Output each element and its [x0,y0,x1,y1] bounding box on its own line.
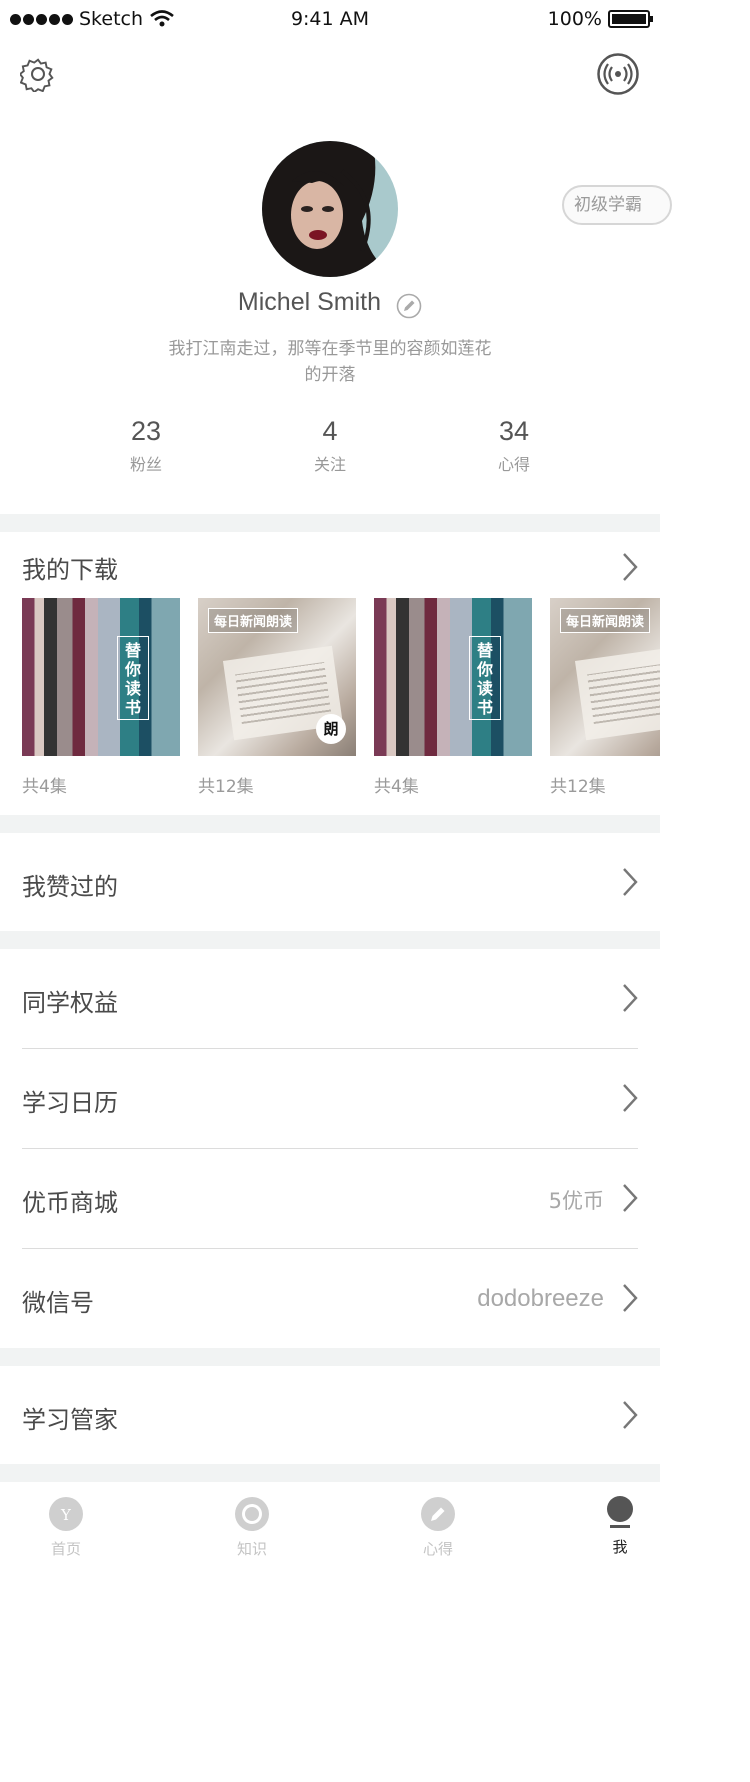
menu-item-label: 学习日历 [22,1089,118,1117]
menu-item-label: 微信号 [22,1289,94,1317]
battery-percent: 100% [547,8,602,30]
battery-icon [608,10,653,28]
chevron-right-icon [623,984,638,1012]
menu-item-label: 我赞过的 [22,873,118,901]
chevron-right-icon [623,1284,638,1312]
status-bar: Sketch 9:41 AM 100% [0,0,660,40]
menu-item-value: 5优币 [548,1189,604,1213]
thumb-overlay-text: 替你读书 [117,636,149,720]
bio-line-2: 的开落 [304,365,356,385]
download-thumbnail: 每日新闻朗读 [550,598,660,756]
section-divider [0,514,660,532]
tab-label: 首页 [50,1540,81,1558]
tab-home[interactable]: Y 首页 [6,1482,126,1559]
download-thumbnail: 替你读书 [374,598,532,756]
pencil-icon [421,1497,455,1531]
tab-knowledge[interactable]: 知识 [192,1482,312,1559]
level-badge[interactable]: 初级学霸 [562,185,672,225]
download-item[interactable]: 替你读书 共4集 [374,598,532,797]
broadcast-icon[interactable] [596,52,640,96]
thumb-badge: 朗 [316,714,346,744]
thumb-tag: 每日新闻朗读 [208,608,299,633]
chevron-right-icon [623,1184,638,1212]
chevron-right-icon [623,1401,638,1429]
downloads-list: 替你读书 共4集 每日新闻朗读 朗 共12集 替你读书 共4集 每日新闻朗读 共… [22,598,660,798]
chevron-right-icon[interactable] [620,552,640,582]
stat-following[interactable]: 4 关注 [270,416,390,475]
stat-label: 关注 [313,455,346,474]
stat-label: 粉丝 [129,455,162,474]
download-item[interactable]: 每日新闻朗读 朗 共12集 [198,598,356,797]
profile-bio: 我打江南走过，那等在季节里的容颜如莲花 的开落 [130,336,530,388]
section-divider [0,931,660,949]
stat-fans[interactable]: 23 粉丝 [86,416,206,475]
tab-label: 我 [612,1538,628,1556]
download-count: 共12集 [198,777,254,797]
menu-item-label: 同学权益 [22,989,118,1017]
menu-item-label: 优币商城 [22,1189,118,1217]
menu-item-wechat[interactable]: 微信号 dodobreeze [0,1249,660,1349]
svg-text:Y: Y [60,1506,72,1524]
knowledge-icon [235,1497,269,1531]
chevron-right-icon [623,868,638,896]
menu-item-shop[interactable]: 优币商城 5优币 [0,1149,660,1249]
edit-icon[interactable] [396,293,422,319]
avatar[interactable] [262,141,398,277]
download-count: 共12集 [550,777,606,797]
tab-me[interactable]: 我 [560,1482,680,1557]
profile-icon [607,1496,633,1528]
name-row: Michel Smith [0,288,660,319]
tab-label: 知识 [236,1540,267,1558]
thumb-tag: 每日新闻朗读 [560,608,651,633]
menu-item-value: dodobreeze [477,1285,604,1312]
gear-icon[interactable] [20,56,56,92]
menu-item-rights[interactable]: 同学权益 [0,949,660,1049]
stat-value: 4 [322,416,338,446]
menu-item-butler[interactable]: 学习管家 [0,1366,660,1466]
download-count: 共4集 [374,777,419,797]
download-item[interactable]: 替你读书 共4集 [22,598,180,797]
menu-item-liked[interactable]: 我赞过的 [0,833,660,933]
stat-value: 23 [130,416,162,446]
home-icon: Y [49,1497,83,1531]
chevron-right-icon [623,1084,638,1112]
thumb-overlay-text: 替你读书 [469,636,501,720]
stats: 23 粉丝 4 关注 34 心得 [0,416,660,486]
downloads-title[interactable]: 我的下载 [22,550,118,585]
profile-name: Michel Smith [237,288,381,316]
download-thumbnail: 替你读书 [22,598,180,756]
download-thumbnail: 每日新闻朗读 朗 [198,598,356,756]
section-divider [0,1464,660,1482]
download-item[interactable]: 每日新闻朗读 共12集 [550,598,660,797]
section-divider [0,1348,660,1366]
tab-bar: Y 首页 知识 心得 我 [0,1482,660,1568]
menu-item-label: 学习管家 [22,1406,118,1434]
status-right: 100% [547,8,653,30]
tab-notes[interactable]: 心得 [378,1482,498,1559]
menu-item-calendar[interactable]: 学习日历 [0,1049,660,1149]
download-count: 共4集 [22,777,67,797]
tab-label: 心得 [422,1540,453,1558]
stat-label: 心得 [497,455,530,474]
bio-line-1: 我打江南走过，那等在季节里的容颜如莲花 [168,339,492,359]
section-divider [0,815,660,833]
stat-value: 34 [498,416,530,446]
stat-notes[interactable]: 34 心得 [454,416,574,475]
